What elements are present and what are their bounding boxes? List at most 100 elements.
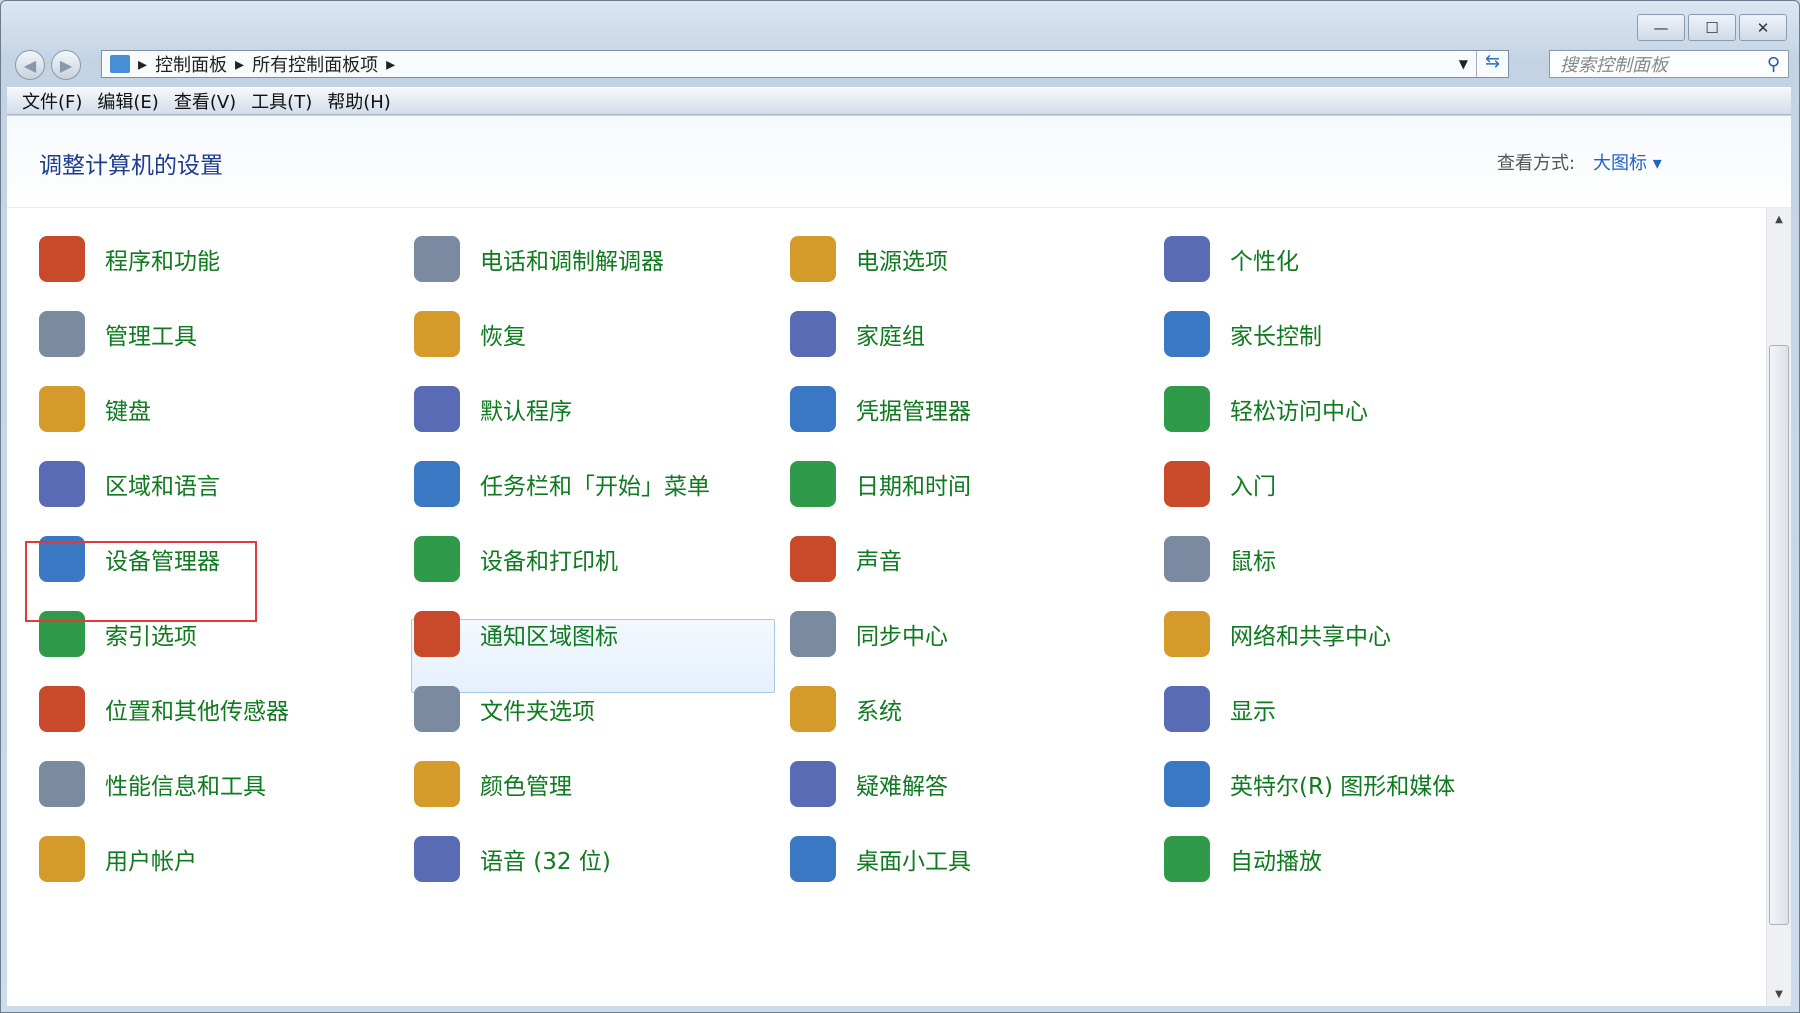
control-panel-item[interactable]: 入门 [1138, 447, 1276, 521]
menu-tools[interactable]: 工具(T) [251, 88, 312, 114]
control-panel-item[interactable]: 语音 (32 位) [388, 822, 611, 896]
scroll-up-icon[interactable]: ▲ [1767, 214, 1791, 225]
item-label: 用户帐户 [105, 849, 197, 875]
refresh-icon[interactable]: ⇆ [1476, 51, 1508, 77]
control-panel-item[interactable]: 性能信息和工具 [13, 747, 266, 821]
item-icon [1164, 236, 1210, 282]
item-label: 入门 [1230, 474, 1276, 500]
item-icon [790, 761, 836, 807]
control-panel-item[interactable]: 显示 [1138, 672, 1276, 746]
control-panel-item[interactable]: 家庭组 [764, 297, 925, 371]
control-panel-item[interactable]: 同步中心 [764, 597, 948, 671]
menu-edit[interactable]: 编辑(E) [97, 88, 158, 114]
control-panel-item[interactable]: 疑难解答 [764, 747, 948, 821]
control-panel-item[interactable]: 区域和语言 [13, 447, 220, 521]
item-icon [1164, 611, 1210, 657]
item-label: 家长控制 [1230, 324, 1322, 350]
control-panel-item[interactable]: 位置和其他传感器 [13, 672, 289, 746]
scroll-down-icon[interactable]: ▼ [1767, 989, 1791, 1000]
item-label: 电源选项 [856, 249, 948, 275]
item-label: 通知区域图标 [480, 624, 618, 650]
item-icon [790, 611, 836, 657]
menu-view[interactable]: 查看(V) [174, 88, 236, 114]
scrollbar-thumb[interactable] [1769, 345, 1789, 925]
control-panel-item[interactable]: 电话和调制解调器 [388, 222, 664, 296]
forward-button[interactable]: ▶ [51, 50, 81, 80]
item-icon [1164, 836, 1210, 882]
item-icon [790, 461, 836, 507]
control-panel-item[interactable]: 电源选项 [764, 222, 948, 296]
address-dropdown-icon[interactable]: ▼ [1459, 57, 1468, 71]
item-label: 电话和调制解调器 [480, 249, 664, 275]
item-label: 日期和时间 [856, 474, 971, 500]
control-panel-item[interactable]: 家长控制 [1138, 297, 1322, 371]
control-panel-item[interactable]: 通知区域图标 [388, 597, 618, 671]
control-panel-item[interactable]: 凭据管理器 [764, 372, 971, 446]
item-icon [39, 836, 85, 882]
item-label: 桌面小工具 [856, 849, 971, 875]
control-panel-item[interactable]: 轻松访问中心 [1138, 372, 1368, 446]
control-panel-item[interactable]: 鼠标 [1138, 522, 1276, 596]
control-panel-item[interactable]: 日期和时间 [764, 447, 971, 521]
item-icon [790, 536, 836, 582]
control-panel-item[interactable]: 系统 [764, 672, 902, 746]
breadcrumb-separator-icon: ▸ [386, 53, 396, 75]
breadcrumb-all-items[interactable]: 所有控制面板项 [252, 51, 378, 77]
item-icon [790, 836, 836, 882]
item-icon [1164, 761, 1210, 807]
item-label: 英特尔(R) 图形和媒体 [1230, 774, 1456, 800]
item-icon [1164, 461, 1210, 507]
item-icon [414, 686, 460, 732]
content-header: 调整计算机的设置 查看方式: 大图标 ▾ [7, 116, 1791, 208]
items-grid: JavaWindows Update程序和功能管理工具键盘区域和语言设备管理器索… [7, 116, 1767, 1006]
view-by-label: 查看方式: [1497, 153, 1576, 174]
breadcrumb-control-panel[interactable]: 控制面板 [155, 51, 227, 77]
control-panel-item[interactable]: 声音 [764, 522, 902, 596]
item-label: 默认程序 [480, 399, 572, 425]
item-icon [790, 311, 836, 357]
item-icon [1164, 536, 1210, 582]
item-label: 家庭组 [856, 324, 925, 350]
vertical-scrollbar[interactable]: ▲ ▼ [1766, 208, 1791, 1006]
control-panel-item[interactable]: 用户帐户 [13, 822, 197, 896]
item-label: 索引选项 [105, 624, 197, 650]
item-icon [39, 686, 85, 732]
item-icon [414, 236, 460, 282]
menu-help[interactable]: 帮助(H) [327, 88, 391, 114]
control-panel-item[interactable]: 桌面小工具 [764, 822, 971, 896]
control-panel-item[interactable]: 默认程序 [388, 372, 572, 446]
back-button[interactable]: ◀ [15, 50, 45, 80]
item-icon [39, 311, 85, 357]
search-icon[interactable]: ⚲ [1767, 54, 1780, 75]
item-label: 同步中心 [856, 624, 948, 650]
item-icon [414, 536, 460, 582]
address-bar[interactable]: ▸ 控制面板 ▸ 所有控制面板项 ▸ ▼ ⇆ [101, 50, 1509, 78]
item-label: 任务栏和「开始」菜单 [480, 474, 710, 500]
view-by-dropdown[interactable]: 大图标 ▾ [1593, 149, 1662, 175]
item-label: 鼠标 [1230, 549, 1276, 575]
control-panel-item[interactable]: 任务栏和「开始」菜单 [388, 447, 710, 521]
control-panel-item[interactable]: 文件夹选项 [388, 672, 595, 746]
item-icon [414, 761, 460, 807]
control-panel-item[interactable]: 自动播放 [1138, 822, 1322, 896]
page-title: 调整计算机的设置 [39, 153, 223, 179]
control-panel-item[interactable]: 键盘 [13, 372, 151, 446]
search-input[interactable]: 搜索控制面板 ⚲ [1549, 50, 1789, 78]
control-panel-item[interactable]: 管理工具 [13, 297, 197, 371]
minimize-button[interactable]: — [1637, 14, 1685, 41]
control-panel-item[interactable]: 设备和打印机 [388, 522, 618, 596]
item-icon [1164, 686, 1210, 732]
control-panel-item[interactable]: 程序和功能 [13, 222, 220, 296]
control-panel-item[interactable]: 颜色管理 [388, 747, 572, 821]
item-icon [414, 311, 460, 357]
item-icon [39, 461, 85, 507]
control-panel-item[interactable]: 英特尔(R) 图形和媒体 [1138, 747, 1455, 821]
item-icon [414, 461, 460, 507]
close-button[interactable]: ✕ [1739, 14, 1787, 41]
menu-file[interactable]: 文件(F) [22, 88, 82, 114]
maximize-button[interactable]: ☐ [1688, 14, 1736, 41]
control-panel-item[interactable]: 网络和共享中心 [1138, 597, 1391, 671]
item-icon [1164, 311, 1210, 357]
control-panel-item[interactable]: 恢复 [388, 297, 526, 371]
control-panel-item[interactable]: 个性化 [1138, 222, 1299, 296]
